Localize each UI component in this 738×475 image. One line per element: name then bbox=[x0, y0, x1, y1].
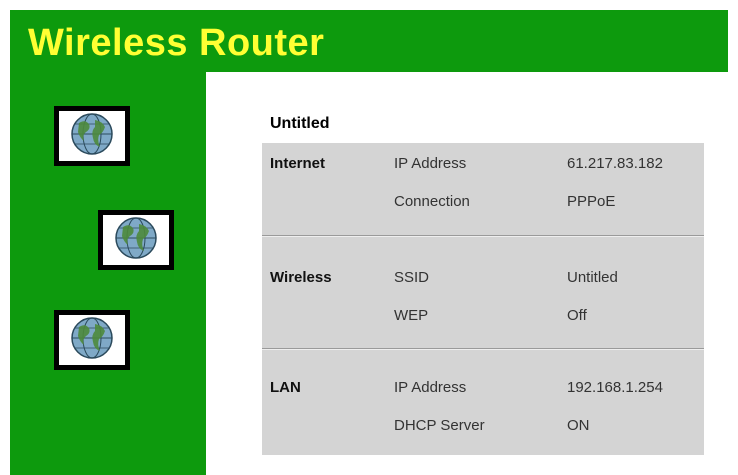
globe-icon bbox=[69, 315, 115, 366]
dhcp-value: ON bbox=[567, 417, 590, 434]
globe-button-2[interactable] bbox=[98, 210, 174, 270]
router-frame: Wireless Router Untitled Internet IP Add… bbox=[10, 10, 728, 475]
wep-value: Off bbox=[567, 307, 587, 324]
section-label-internet: Internet bbox=[270, 155, 326, 172]
app-title: Wireless Router bbox=[28, 22, 325, 64]
lan-ip-value: 192.168.1.254 bbox=[567, 379, 663, 396]
section-divider bbox=[262, 235, 704, 237]
internet-ip-label: IP Address bbox=[394, 155, 467, 172]
content-area: Untitled Internet IP Address 61.217.83.1… bbox=[206, 72, 728, 475]
wireless-section: Wireless SSID Untitled WEP Off bbox=[262, 247, 704, 351]
internet-section: Internet IP Address 61.217.83.182 Connec… bbox=[262, 143, 704, 247]
ssid-value: Untitled bbox=[567, 269, 618, 286]
section-divider bbox=[262, 348, 704, 350]
connection-label: Connection bbox=[394, 193, 470, 210]
globe-button-3[interactable] bbox=[54, 310, 130, 370]
connection-value: PPPoE bbox=[567, 193, 616, 210]
wep-label: WEP bbox=[394, 307, 429, 324]
lan-ip-label: IP Address bbox=[394, 379, 467, 396]
globe-icon bbox=[69, 111, 115, 162]
status-panel: Internet IP Address 61.217.83.182 Connec… bbox=[262, 143, 704, 455]
section-label-lan: LAN bbox=[270, 379, 301, 396]
router-name: Untitled bbox=[270, 115, 330, 132]
section-label-wireless: Wireless bbox=[270, 269, 332, 286]
ssid-label: SSID bbox=[394, 269, 430, 286]
dhcp-label: DHCP Server bbox=[394, 417, 485, 434]
internet-ip-value: 61.217.83.182 bbox=[567, 155, 663, 172]
globe-button-1[interactable] bbox=[54, 106, 130, 166]
lan-section: LAN IP Address 192.168.1.254 DHCP Server… bbox=[262, 351, 704, 455]
globe-icon bbox=[113, 215, 159, 266]
